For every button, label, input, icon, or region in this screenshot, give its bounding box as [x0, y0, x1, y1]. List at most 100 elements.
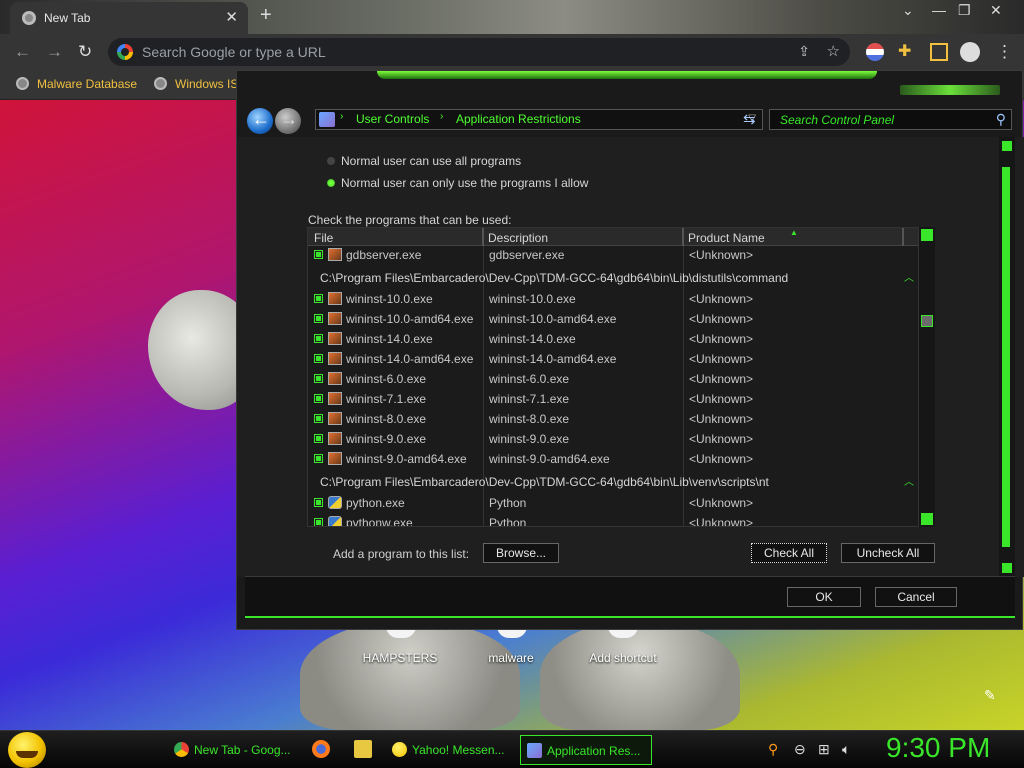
ok-button[interactable]: OK: [787, 587, 861, 607]
forward-arrow-icon[interactable]: →: [46, 42, 63, 62]
column-divider[interactable]: [482, 228, 484, 246]
row-checkbox[interactable]: [314, 250, 323, 259]
row-checkbox[interactable]: [314, 414, 323, 423]
close-tab-icon[interactable]: ✕: [225, 8, 238, 26]
start-button[interactable]: [8, 732, 46, 768]
back-arrow-icon[interactable]: ←: [14, 42, 31, 62]
omnibox[interactable]: Search Google or type a URL ⇪ ☆: [108, 38, 850, 66]
row-checkbox[interactable]: [314, 434, 323, 443]
breadcrumb-separator-icon[interactable]: ›: [440, 111, 443, 122]
radio-all-programs[interactable]: Normal user can use all programs: [327, 154, 521, 168]
browse-button[interactable]: Browse...: [483, 543, 559, 563]
table-row[interactable]: wininst-10.0-amd64.exe wininst-10.0-amd64…: [308, 309, 918, 329]
browser-tab[interactable]: New Tab ✕: [10, 2, 248, 34]
table-row[interactable]: pythonw.exe Python <Unknown>: [308, 513, 918, 526]
search-icon[interactable]: ⚲: [768, 741, 778, 758]
close-window-icon[interactable]: ✕: [990, 2, 1002, 19]
window-controls[interactable]: [900, 85, 1000, 95]
column-description[interactable]: Description: [488, 231, 548, 245]
table-row[interactable]: wininst-9.0-amd64.exe wininst-9.0-amd64.e…: [308, 449, 918, 469]
breadcrumb[interactable]: › User Controls › Application Restrictio…: [315, 109, 763, 130]
column-file[interactable]: File: [314, 231, 333, 245]
scroll-down-icon[interactable]: [921, 513, 933, 525]
wallpaper-shoe-right: [540, 620, 740, 730]
puzzle-icon[interactable]: ✚: [898, 41, 916, 60]
table-row[interactable]: wininst-6.0.exe wininst-6.0.exe <Unknown>: [308, 369, 918, 389]
row-checkbox[interactable]: [314, 334, 323, 343]
radio-button-selected[interactable]: [327, 179, 335, 187]
profile-icon[interactable]: [960, 42, 980, 62]
table-row[interactable]: wininst-10.0.exe wininst-10.0.exe <Unknown…: [308, 289, 918, 309]
scroll-thumb[interactable]: [1002, 167, 1010, 547]
restore-icon[interactable]: ❐: [958, 2, 971, 19]
clock[interactable]: 9:30 PM: [886, 732, 990, 764]
folder-icon[interactable]: [354, 740, 372, 758]
refresh-icon[interactable]: ⇆: [743, 110, 756, 128]
cancel-button[interactable]: Cancel: [875, 587, 957, 607]
new-tab-button[interactable]: +: [260, 4, 272, 27]
uncheck-all-button[interactable]: Uncheck All: [841, 543, 935, 563]
shortcut-add[interactable]: Add shortcut: [578, 651, 668, 665]
collapse-icon[interactable]: ︿: [904, 269, 914, 284]
chevron-down-icon[interactable]: ⌄: [902, 2, 914, 19]
task-chrome[interactable]: New Tab - Goog...: [168, 735, 298, 765]
scroll-down-icon[interactable]: [1002, 563, 1012, 573]
table-row[interactable]: wininst-8.0.exe wininst-8.0.exe <Unknown>: [308, 409, 918, 429]
column-divider[interactable]: [682, 228, 684, 246]
row-checkbox[interactable]: [314, 314, 323, 323]
google-icon: [117, 44, 133, 60]
network-icon[interactable]: ⊞: [818, 741, 830, 758]
programs-table: File Description Product Name ▲ gdbserve…: [307, 227, 919, 527]
scroll-up-icon[interactable]: [1002, 141, 1012, 151]
group-header[interactable]: C:\Program Files\Embarcadero\Dev-Cpp\TDM…: [308, 472, 918, 492]
table-row[interactable]: wininst-14.0-amd64.exe wininst-14.0-amd64…: [308, 349, 918, 369]
volume-icon[interactable]: 🔈︎: [842, 741, 850, 758]
forward-arrow-icon[interactable]: [275, 108, 301, 134]
collapse-icon[interactable]: ︿: [904, 473, 914, 488]
shortcut-hampsters[interactable]: HAMPSTERS: [355, 651, 445, 665]
group-header[interactable]: C:\Program Files\Embarcadero\Dev-Cpp\TDM…: [308, 268, 918, 288]
minus-circle-icon[interactable]: ⊖: [794, 741, 806, 758]
firefox-icon[interactable]: [312, 740, 330, 758]
column-divider[interactable]: [902, 228, 904, 246]
row-checkbox[interactable]: [314, 394, 323, 403]
table-row[interactable]: wininst-9.0.exe wininst-9.0.exe <Unknown>: [308, 429, 918, 449]
shortcut-malware[interactable]: malware: [466, 651, 556, 665]
table-scrollbar[interactable]: [919, 227, 935, 527]
menu-icon[interactable]: ⋮: [996, 42, 1013, 62]
reload-icon[interactable]: ↻: [78, 42, 92, 62]
row-checkbox[interactable]: [314, 374, 323, 383]
breadcrumb-user-controls[interactable]: User Controls: [356, 112, 429, 126]
row-checkbox[interactable]: [314, 354, 323, 363]
row-checkbox[interactable]: [314, 518, 323, 526]
bookmark-malware-database[interactable]: Malware Database: [16, 77, 137, 91]
radio-allowed-programs[interactable]: Normal user can only use the programs I …: [327, 176, 588, 190]
table-row[interactable]: wininst-14.0.exe wininst-14.0.exe <Unknown…: [308, 329, 918, 349]
task-yahoo-messenger[interactable]: Yahoo! Messen...: [386, 735, 512, 765]
minimize-icon[interactable]: —: [932, 2, 946, 18]
pencil-icon[interactable]: ✎: [984, 687, 996, 704]
column-product-name[interactable]: Product Name: [688, 231, 765, 245]
scroll-thumb[interactable]: [921, 315, 933, 327]
breadcrumb-separator-icon[interactable]: ›: [340, 111, 343, 122]
scroll-up-icon[interactable]: [921, 229, 933, 241]
back-arrow-icon[interactable]: [247, 108, 273, 134]
table-row[interactable]: wininst-7.1.exe wininst-7.1.exe <Unknown>: [308, 389, 918, 409]
extension-flag-icon[interactable]: [866, 43, 884, 61]
magnifier-icon[interactable]: ⚲: [996, 111, 1006, 128]
bookmark-windows[interactable]: Windows IS: [154, 77, 238, 91]
sidebar-icon[interactable]: [930, 43, 948, 61]
breadcrumb-application-restrictions[interactable]: Application Restrictions: [456, 112, 581, 126]
task-application-restrictions[interactable]: Application Res...: [520, 735, 652, 765]
check-all-button[interactable]: Check All: [751, 543, 827, 563]
row-checkbox[interactable]: [314, 294, 323, 303]
table-row[interactable]: gdbserver.exe gdbserver.exe <Unknown>: [308, 245, 918, 265]
row-checkbox[interactable]: [314, 498, 323, 507]
search-input[interactable]: Search Control Panel ⚲: [769, 109, 1012, 130]
table-row[interactable]: python.exe Python <Unknown>: [308, 493, 918, 513]
dialog-scrollbar[interactable]: [999, 137, 1015, 577]
radio-button[interactable]: [327, 157, 335, 165]
row-checkbox[interactable]: [314, 454, 323, 463]
star-icon[interactable]: ☆: [827, 42, 840, 60]
share-icon[interactable]: ⇪: [798, 43, 810, 60]
